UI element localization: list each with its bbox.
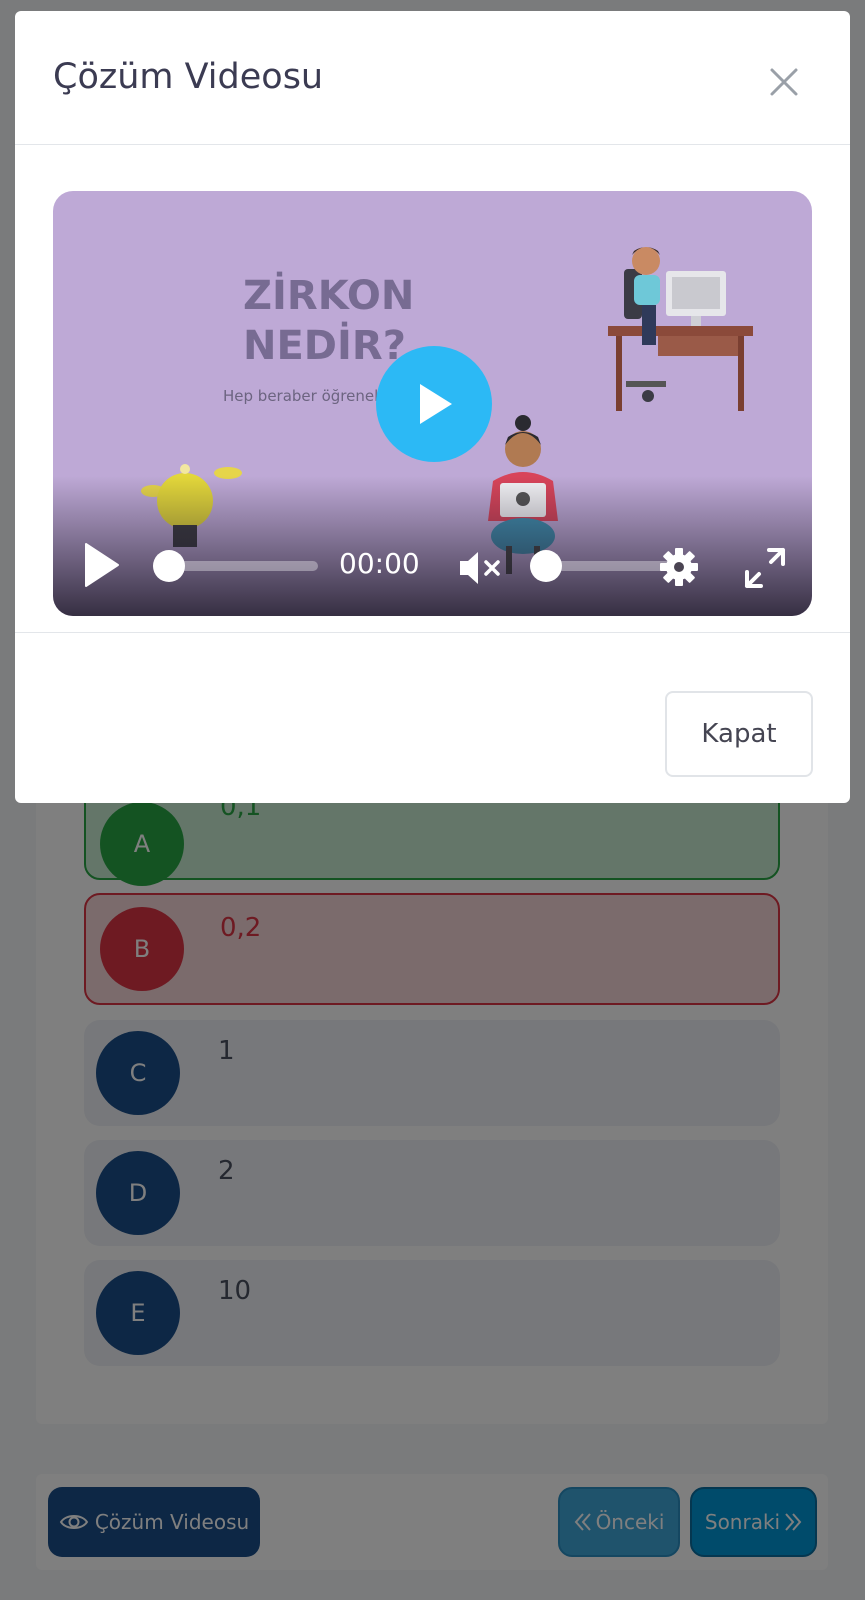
modal-title: Çözüm Videosu [53, 57, 324, 97]
video-subtitle: Hep beraber öğrenelim [223, 387, 398, 405]
play-icon [85, 543, 119, 587]
volume-handle[interactable] [530, 550, 562, 582]
fullscreen-button[interactable] [743, 546, 787, 594]
settings-button[interactable] [658, 546, 700, 592]
play-button[interactable] [83, 541, 121, 593]
volume-mute-icon [460, 552, 500, 584]
modal-body: ZİRKON NEDİR? Hep beraber öğrenelim 00:0… [15, 145, 850, 633]
video-player[interactable]: ZİRKON NEDİR? Hep beraber öğrenelim 00:0… [53, 191, 812, 616]
fullscreen-icon [745, 548, 785, 588]
modal-footer: Kapat [15, 633, 850, 803]
close-button[interactable]: Kapat [665, 691, 813, 777]
close-icon[interactable] [765, 63, 803, 101]
mute-button[interactable] [458, 548, 506, 592]
solution-video-modal: Çözüm Videosu ZİRKON NEDİR? Hep beraber … [15, 11, 850, 803]
play-icon [420, 384, 452, 424]
video-title: ZİRKON NEDİR? [243, 271, 414, 371]
modal-header: Çözüm Videosu [15, 11, 850, 145]
settings-icon [660, 548, 698, 586]
video-title-line2: NEDİR? [243, 323, 406, 369]
time-display: 00:00 [339, 547, 420, 580]
big-play-button[interactable] [376, 346, 492, 462]
progress-handle[interactable] [153, 550, 185, 582]
desk-illustration [608, 247, 753, 411]
video-title-line1: ZİRKON [243, 273, 415, 319]
